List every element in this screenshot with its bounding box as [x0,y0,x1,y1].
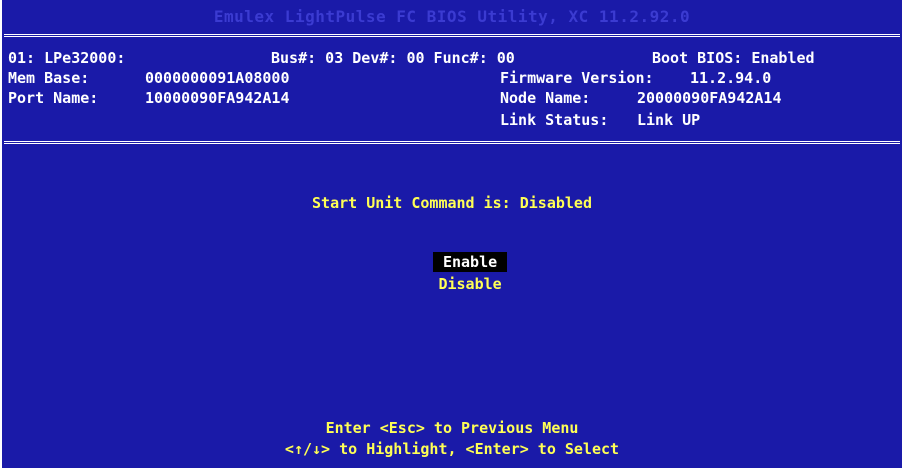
port-name-label: Port Name: [8,89,99,107]
link-status-label: Link Status: [500,111,609,129]
option-list-2: Disable [2,256,902,312]
divider-middle [4,141,900,144]
footer-esc-hint: Enter <Esc> to Previous Menu [325,419,579,437]
firmware-value: 11.2.94.0 [690,69,772,87]
node-name-label: Node Name: [500,89,591,107]
port-name-value: 10000090FA942A14 [145,89,290,107]
node-name-value: 20000090FA942A14 [637,89,782,107]
divider-top [4,34,900,37]
link-status-value: Link UP [637,111,701,129]
start-unit-prompt: Start Unit Command is: Disabled [312,194,592,212]
mem-base-label: Mem Base: [8,69,90,87]
bios-screen: Emulex LightPulse FC BIOS Utility, XC 11… [0,0,904,470]
mem-base-value: 0000000091A08000 [145,69,290,87]
boot-bios-status: Boot BIOS: Enabled [652,49,815,67]
adapter-label: 01: LPe32000: [8,49,126,67]
footer-nav-hint: <↑/↓> to Highlight, <Enter> to Select [284,440,620,458]
window-title: Emulex LightPulse FC BIOS Utility, XC 11… [213,7,691,26]
option-disable[interactable]: Disable [428,274,511,294]
bus-dev-func: Bus#: 03 Dev#: 00 Func#: 00 [271,49,515,67]
firmware-label: Firmware Version: [500,69,654,87]
